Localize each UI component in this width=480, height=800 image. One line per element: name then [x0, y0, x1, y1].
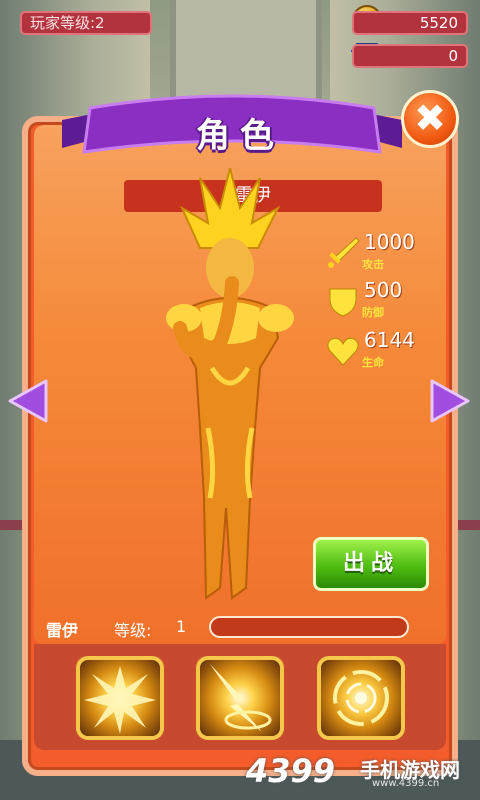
hero-character[interactable]	[160, 168, 300, 608]
defense-label: 防御	[362, 306, 384, 319]
experience-bar	[209, 616, 409, 638]
hero-level-label: 等级:	[114, 621, 152, 640]
health-label: 生命	[362, 356, 384, 369]
watermark-url: www.4399.cn	[372, 778, 440, 789]
watermark-brand-number: 4399	[246, 752, 336, 790]
sword-icon	[328, 237, 360, 268]
defense-stat: 500 防御	[326, 278, 446, 324]
prev-hero-arrow[interactable]	[6, 378, 48, 424]
lightning-strike-skill-icon	[210, 664, 272, 732]
gem-count: 0	[352, 44, 468, 68]
health-stat: 6144 生命	[326, 328, 446, 374]
burst-skill-icon	[84, 666, 156, 734]
heart-icon	[327, 337, 359, 366]
skill-slot-3[interactable]	[317, 656, 405, 740]
site-watermark: 4399 手机游戏网 www.4399.cn	[246, 752, 476, 792]
deploy-button[interactable]: 出战	[313, 537, 429, 591]
skill-slot-2[interactable]	[196, 656, 284, 740]
vortex-skill-icon	[333, 670, 389, 726]
player-level-display: 玩家等级:2	[20, 11, 152, 35]
health-value: 6144	[364, 328, 415, 352]
panel-title: 角色	[196, 116, 284, 156]
attack-label: 攻击	[362, 258, 384, 271]
skill-slot-1[interactable]	[76, 656, 164, 740]
hero-name: 雷伊	[46, 621, 79, 640]
attack-stat: 1000 攻击	[326, 230, 446, 276]
close-button[interactable]: ✖	[401, 90, 459, 148]
coin-count: 5520	[352, 11, 468, 35]
next-hero-arrow[interactable]	[430, 378, 472, 424]
shield-icon	[329, 288, 357, 317]
attack-value: 1000	[364, 230, 415, 254]
defense-value: 500	[364, 278, 403, 302]
hero-level-value: 1	[176, 617, 187, 636]
